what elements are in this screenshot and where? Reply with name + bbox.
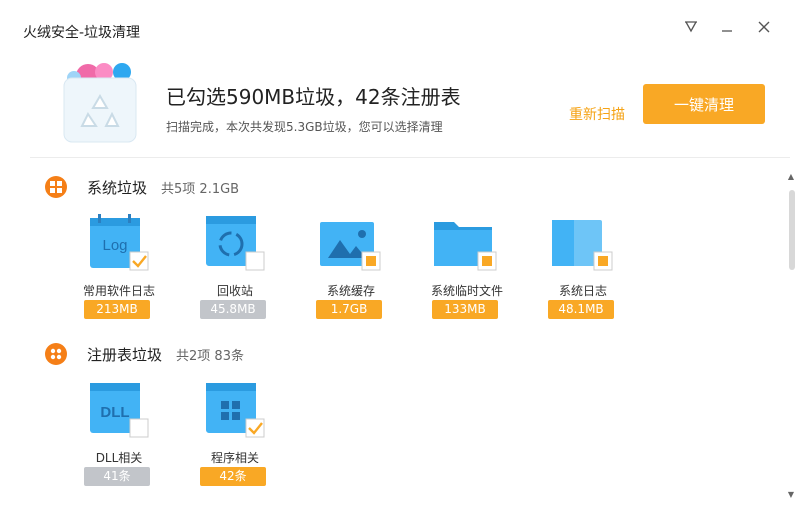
- tile-label: 程序相关: [210, 451, 259, 465]
- program-icon: [206, 383, 265, 438]
- tile-dll[interactable]: DLL DLL相关 41条: [84, 381, 154, 491]
- rescan-link[interactable]: 重新扫描: [569, 104, 625, 124]
- log-label: Log: [102, 237, 127, 254]
- tile-app-logs[interactable]: Log 常用软件日志 213MB: [83, 214, 155, 324]
- recycle-bin-icon: [206, 216, 265, 271]
- section-title: 注册表垃圾: [87, 345, 163, 364]
- trash-bin-icon: [60, 58, 140, 146]
- one-click-clean-button[interactable]: 一键清理: [643, 84, 765, 124]
- section-registry-junk: 注册表垃圾 共2项 83条: [45, 343, 244, 365]
- scrollbar-thumb[interactable]: [789, 190, 795, 270]
- dll-label: DLL: [100, 404, 129, 421]
- scroll-down-icon[interactable]: ▼: [786, 490, 796, 499]
- log-file-icon: Log: [90, 214, 149, 271]
- folder-icon: [434, 222, 497, 271]
- section-count: 共2项 83条: [176, 348, 244, 364]
- tile-label: 系统缓存: [326, 284, 375, 298]
- tile-size-badge: 48.1MB: [548, 300, 614, 319]
- section-count: 共5项 2.1GB: [161, 181, 240, 197]
- tile-label: 常用软件日志: [82, 284, 155, 298]
- menu-icon[interactable]: [680, 16, 702, 38]
- registry-icon: [45, 343, 67, 365]
- window-title: 火绒安全-垃圾清理: [23, 25, 141, 41]
- tile-size-badge: 213MB: [84, 300, 150, 319]
- minimize-icon[interactable]: [716, 16, 738, 38]
- tile-label: 回收站: [216, 284, 253, 298]
- tile-system-cache[interactable]: 系统缓存 1.7GB: [316, 214, 386, 324]
- tile-size-badge: 42条: [200, 467, 266, 486]
- dll-icon: DLL: [90, 383, 149, 438]
- tile-size-badge: 1.7GB: [316, 300, 382, 319]
- scan-result-headline: 已勾选590MB垃圾，42条注册表: [166, 85, 461, 109]
- book-icon: [552, 220, 613, 271]
- tile-size-badge: 41条: [84, 467, 150, 486]
- tile-label: DLL相关: [95, 451, 143, 465]
- image-icon: [320, 222, 381, 271]
- section-system-junk: 系统垃圾 共5项 2.1GB: [45, 176, 239, 198]
- section-title: 系统垃圾: [87, 178, 148, 197]
- tile-size-badge: 45.8MB: [200, 300, 266, 319]
- scroll-up-icon[interactable]: ▲: [786, 172, 796, 181]
- tile-system-logs[interactable]: 系统日志 48.1MB: [548, 214, 618, 324]
- tile-label: 系统日志: [558, 284, 607, 298]
- tile-label: 系统临时文件: [430, 284, 503, 298]
- scan-result-subline: 扫描完成，本次共发现5.3GB垃圾，您可以选择清理: [166, 120, 443, 134]
- header-divider: [30, 157, 790, 158]
- close-icon[interactable]: [753, 16, 775, 38]
- tile-size-badge: 133MB: [432, 300, 498, 319]
- windows-icon: [45, 176, 67, 198]
- tile-recycle-bin[interactable]: 回收站 45.8MB: [200, 214, 270, 324]
- tile-temp-files[interactable]: 系统临时文件 133MB: [431, 214, 503, 324]
- tile-program[interactable]: 程序相关 42条: [200, 381, 270, 491]
